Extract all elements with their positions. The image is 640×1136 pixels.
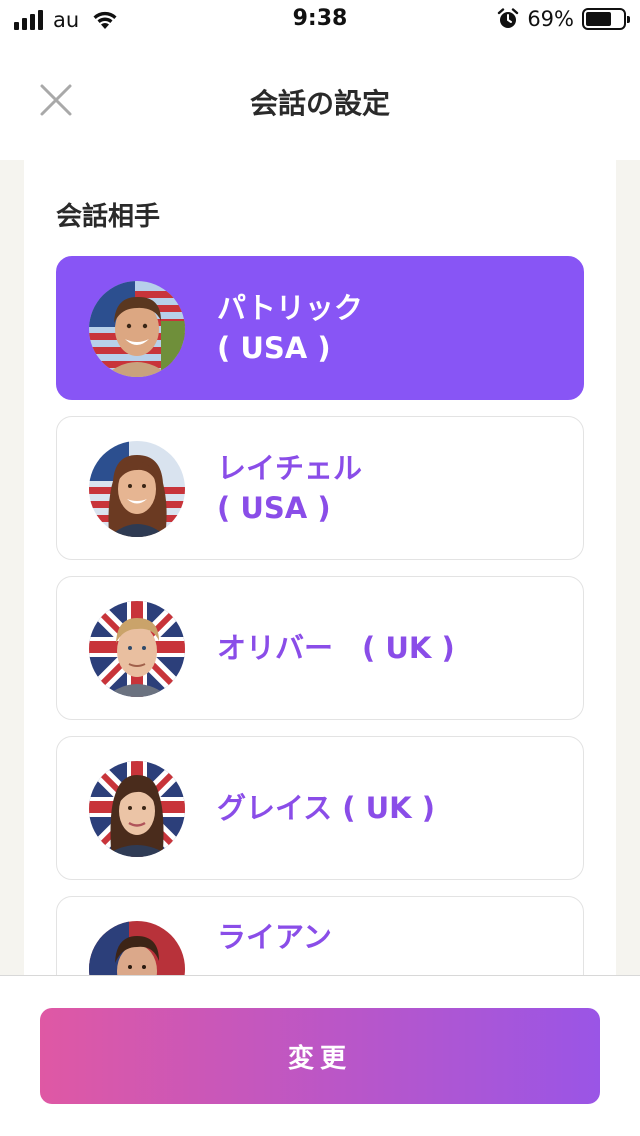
partner-name-line1: レイチェル [217, 451, 363, 485]
partner-name: ライアン [217, 897, 332, 975]
status-right: 69% [497, 7, 630, 31]
partner-name-line1: パトリック [217, 291, 363, 325]
partner-option-patrick[interactable]: パトリック ( USA ) [56, 256, 584, 400]
battery-icon [582, 8, 630, 30]
partner-name-line2: ( USA ) [217, 491, 331, 525]
partner-name-line1: ライアン [217, 920, 332, 954]
partner-name: パトリック ( USA ) [217, 257, 363, 399]
page-title: 会話の設定 [249, 87, 390, 120]
avatar [89, 441, 185, 537]
avatar [89, 281, 185, 377]
partner-name: グレイス ( UK ) [217, 737, 435, 879]
avatar [89, 601, 185, 697]
battery-fill [586, 12, 611, 26]
alarm-icon [498, 8, 519, 28]
partner-name-line1: オリバー ( UK ) [217, 631, 455, 665]
partner-name: オリバー ( UK ) [217, 577, 455, 719]
footer: 変更 [0, 975, 640, 1136]
partner-name-line2: ( USA ) [217, 331, 331, 365]
avatar [89, 761, 185, 857]
avatar [89, 921, 185, 975]
status-bar: au 9:38 69% [0, 0, 640, 40]
header: 会話の設定 [0, 40, 640, 160]
partner-settings-card: 会話相手 パトリック ( USA ) レイチェル (USA) オリバー (… [24, 160, 616, 975]
partner-option-ryan[interactable]: ライアン [56, 896, 584, 975]
partner-name-line1: グレイス ( UK ) [217, 791, 435, 825]
change-button[interactable]: 変更 [40, 1008, 600, 1104]
section-title: 会話相手 [56, 202, 161, 232]
partner-option-oliver[interactable]: オリバー ( UK ) [56, 576, 584, 720]
battery-percent: 69% [527, 7, 574, 31]
partner-option-grace[interactable]: グレイス ( UK ) [56, 736, 584, 880]
partner-name: レイチェル ( USA ) [217, 417, 362, 559]
partner-option-rachel[interactable]: レイチェル ( USA ) [56, 416, 584, 560]
